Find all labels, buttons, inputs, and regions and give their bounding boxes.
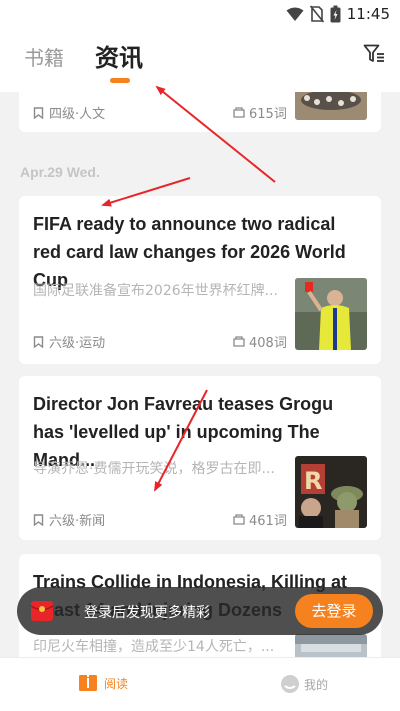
status-bar: 11:45 — [0, 0, 400, 30]
word-count-label: 615词 — [249, 107, 287, 122]
no-sim-icon — [309, 5, 324, 23]
status-icons: 11:45 — [286, 5, 390, 23]
card-word-count: 408词 — [233, 332, 287, 351]
status-time: 11:45 — [346, 5, 390, 23]
card-level-category: 四级·人文 — [49, 107, 106, 122]
book-icon — [79, 675, 97, 691]
nav-item-mine[interactable]: 我的 — [280, 674, 328, 694]
bookmark-icon — [33, 513, 44, 526]
nav-label-mine: 我的 — [304, 677, 329, 692]
red-envelope-icon — [30, 601, 54, 621]
article-thumbnail — [295, 278, 367, 350]
card-word-count: 461词 — [233, 510, 287, 529]
word-count-label: 408词 — [249, 336, 287, 351]
card-level-category: 六级·新闻 — [49, 514, 106, 529]
word-count-label: 461词 — [249, 514, 287, 529]
login-prompt-text: 登录后发现更多精彩 — [84, 605, 210, 621]
wifi-icon — [286, 7, 304, 21]
news-card-partial[interactable]: 四级·人文 615词 — [19, 92, 381, 132]
tab-books[interactable]: 书籍 — [24, 42, 64, 71]
tab-news[interactable]: 资讯 — [95, 38, 143, 73]
nav-item-read[interactable]: 阅读 — [78, 674, 128, 692]
bookmark-icon — [33, 106, 44, 119]
article-thumbnail: R — [295, 456, 367, 528]
article-summary: 导演乔恩·费儒开玩笑说，格罗古在即... — [33, 461, 275, 477]
battery-icon — [330, 5, 341, 23]
card-meta: 六级·运动 — [33, 332, 105, 351]
nav-label-read: 阅读 — [104, 676, 129, 691]
svg-text:R: R — [304, 467, 322, 495]
article-thumbnail — [295, 634, 367, 657]
card-meta: 六级·新闻 — [33, 510, 105, 529]
word-count-icon — [233, 514, 245, 525]
article-summary: 印尼火车相撞，造成至少14人死亡，... — [33, 639, 275, 655]
login-button[interactable]: 去登录 — [295, 594, 373, 628]
word-count-icon — [233, 107, 245, 118]
card-meta: 四级·人文 — [33, 103, 105, 122]
card-word-count: 615词 — [233, 103, 287, 122]
article-summary: 国际足联准备宣布2026年世界杯红牌... — [33, 283, 278, 299]
news-card[interactable]: FIFA ready to announce two radical red c… — [19, 196, 381, 364]
profile-icon — [281, 675, 299, 693]
top-tab-bar: 书籍 资讯 — [0, 30, 400, 92]
bookmark-icon — [33, 335, 44, 348]
news-card[interactable]: Director Jon Favreau teases Grogu has 'l… — [19, 376, 381, 540]
login-prompt-banner: 登录后发现更多精彩 去登录 — [17, 587, 383, 635]
date-label: Apr.29 Wed. — [20, 164, 100, 180]
news-feed[interactable]: 四级·人文 615词 Apr.29 Wed. FIFA ready to ann… — [0, 92, 400, 657]
filter-icon[interactable] — [362, 42, 386, 66]
card-level-category: 六级·运动 — [49, 336, 106, 351]
word-count-icon — [233, 336, 245, 347]
bottom-nav: 阅读 我的 — [0, 657, 400, 711]
active-tab-indicator — [110, 78, 130, 83]
article-thumbnail — [295, 92, 367, 120]
